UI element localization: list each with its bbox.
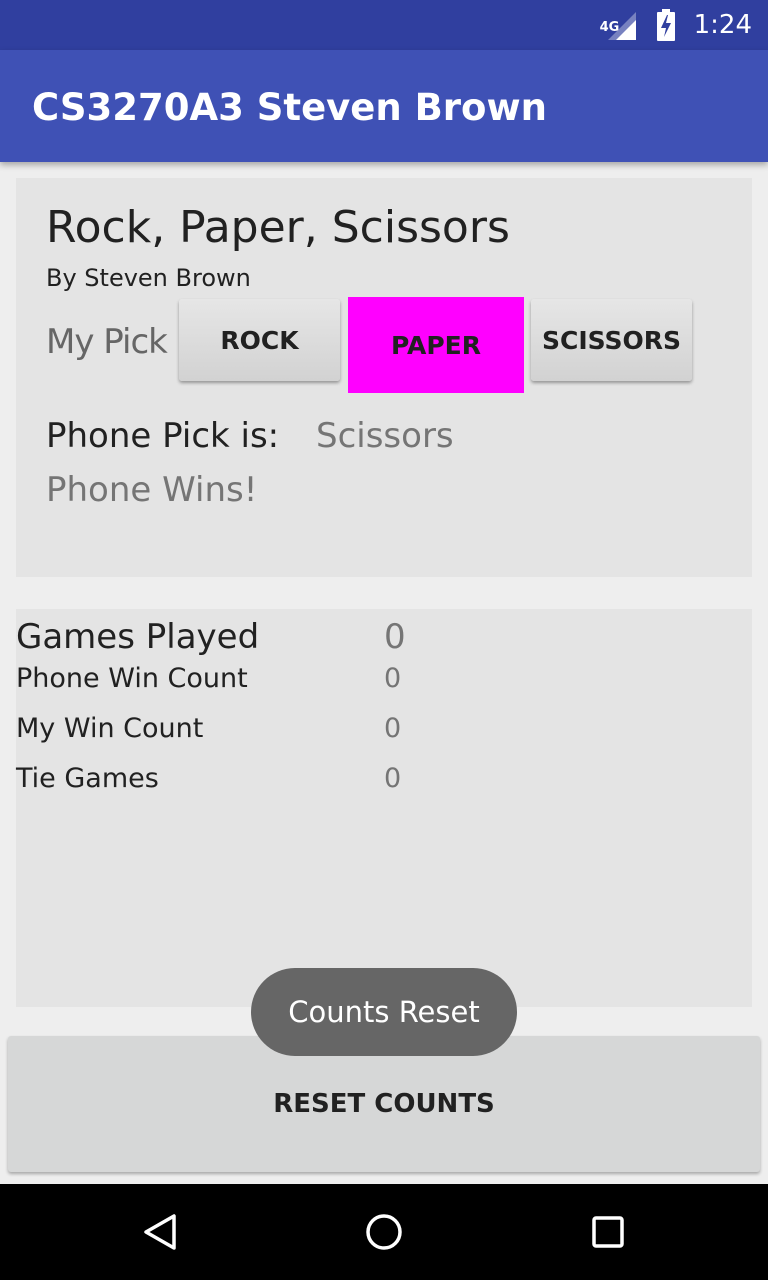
recent-apps-icon[interactable] xyxy=(588,1212,628,1252)
navigation-bar xyxy=(0,1184,768,1280)
games-played-value: 0 xyxy=(384,617,406,657)
back-icon[interactable] xyxy=(140,1212,180,1252)
status-icons: 4G 1:24 xyxy=(600,0,752,50)
my-win-value: 0 xyxy=(384,713,402,744)
toast-message: Counts Reset xyxy=(251,968,517,1056)
phone-pick-label: Phone Pick is: xyxy=(46,416,280,456)
stats-panel: Games Played 0 Phone Win Count 0 My Win … xyxy=(16,609,752,1007)
clock: 1:24 xyxy=(693,10,752,40)
app-title: CS3270A3 Steven Brown xyxy=(32,86,547,129)
game-author: By Steven Brown xyxy=(46,264,251,292)
signal-icon: 4G xyxy=(600,10,638,40)
games-played-label: Games Played xyxy=(16,617,260,657)
phone-pick-value: Scissors xyxy=(316,416,454,456)
game-panel: Rock, Paper, Scissors By Steven Brown My… xyxy=(16,178,752,577)
app-bar: CS3270A3 Steven Brown xyxy=(0,50,768,162)
result-text: Phone Wins! xyxy=(46,470,258,510)
phone-win-value: 0 xyxy=(384,663,402,694)
paper-button[interactable]: PAPER xyxy=(348,297,524,393)
my-win-label: My Win Count xyxy=(16,713,204,744)
rock-button[interactable]: ROCK xyxy=(179,299,340,381)
reset-counts-button[interactable]: RESET COUNTS xyxy=(8,1036,760,1172)
game-title: Rock, Paper, Scissors xyxy=(46,202,510,253)
scissors-button[interactable]: SCISSORS xyxy=(531,299,692,381)
tie-games-label: Tie Games xyxy=(16,763,159,794)
status-bar: 4G 1:24 xyxy=(0,0,768,50)
home-icon[interactable] xyxy=(364,1212,404,1252)
tie-games-value: 0 xyxy=(384,763,402,794)
my-pick-label: My Pick xyxy=(46,322,168,362)
phone-win-label: Phone Win Count xyxy=(16,663,248,694)
battery-charging-icon xyxy=(656,9,676,41)
